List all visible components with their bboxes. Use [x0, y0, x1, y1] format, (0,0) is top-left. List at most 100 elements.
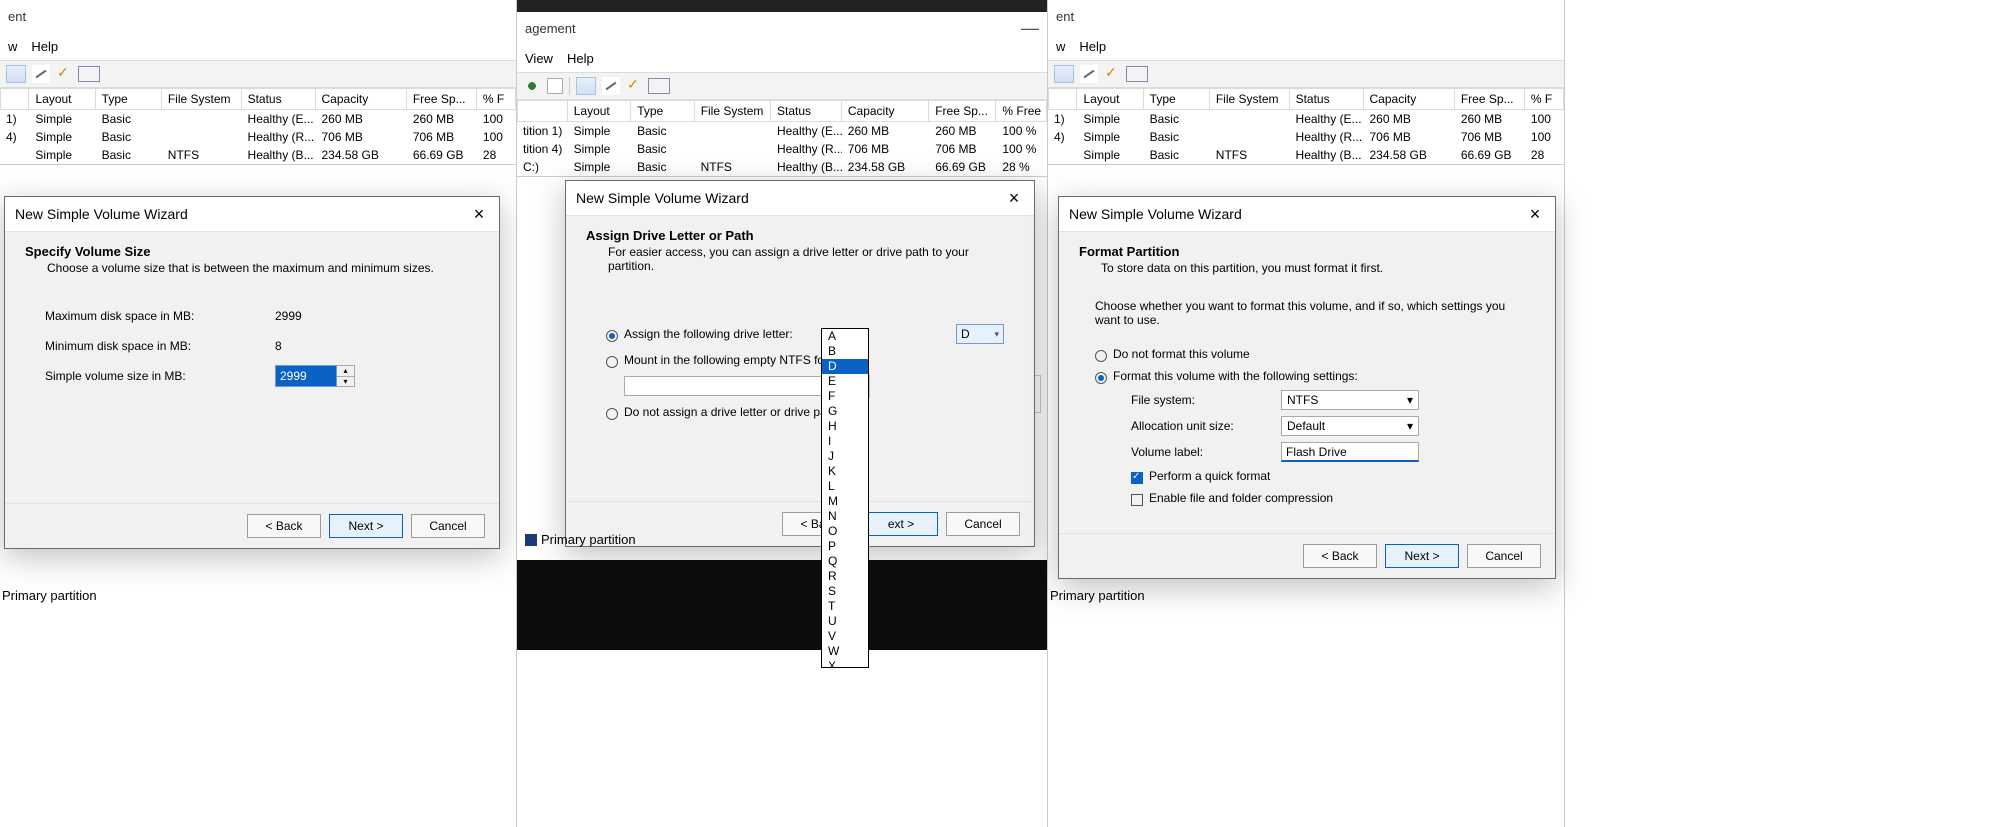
toolbar-window-icon[interactable]: [576, 77, 596, 95]
drive-letter-option[interactable]: L: [822, 479, 868, 494]
toolbar-box-icon[interactable]: [78, 66, 100, 82]
drive-letter-option[interactable]: H: [822, 419, 868, 434]
next-button[interactable]: Next >: [329, 514, 403, 538]
table-row[interactable]: Simple Basic NTFS Healthy (B... 234.58 G…: [1048, 146, 1564, 164]
col-freespace[interactable]: Free Sp...: [929, 100, 996, 122]
drive-letter-option[interactable]: B: [822, 344, 868, 359]
filesystem-select[interactable]: NTFS▾: [1281, 390, 1419, 410]
table-row[interactable]: 4) Simple Basic Healthy (R... 706 MB 706…: [0, 128, 516, 146]
drive-letter-option[interactable]: W: [822, 644, 868, 659]
drive-letter-option[interactable]: I: [822, 434, 868, 449]
drive-letter-option[interactable]: D: [822, 359, 868, 374]
col-status[interactable]: Status: [1290, 88, 1364, 110]
col-type[interactable]: Type: [631, 100, 694, 122]
cancel-button[interactable]: Cancel: [1467, 544, 1541, 568]
toolbar-wand-icon[interactable]: [32, 65, 50, 83]
drive-letter-option[interactable]: A: [822, 329, 868, 344]
radio-do-not-format[interactable]: [1095, 350, 1107, 362]
col-freespace[interactable]: Free Sp...: [407, 88, 477, 110]
mount-path-input[interactable]: [624, 376, 824, 396]
back-button[interactable]: < Back: [1303, 544, 1377, 568]
toolbar-check-icon[interactable]: [626, 78, 642, 94]
toolbar-check-icon[interactable]: [1104, 66, 1120, 82]
toolbar-box-icon[interactable]: [648, 78, 670, 94]
volume-label-input[interactable]: [1281, 442, 1419, 462]
drive-letter-option[interactable]: E: [822, 374, 868, 389]
col-pctfree[interactable]: % Free: [996, 100, 1047, 122]
col-blank[interactable]: [517, 100, 568, 122]
radio-no-letter[interactable]: [606, 408, 618, 420]
toolbar-wand-icon[interactable]: [602, 77, 620, 95]
close-icon[interactable]: ×: [469, 204, 489, 224]
drive-letter-option[interactable]: S: [822, 584, 868, 599]
col-layout[interactable]: Layout: [1077, 88, 1143, 110]
toolbar-box-icon[interactable]: [1126, 66, 1148, 82]
menu-help[interactable]: Help: [567, 51, 594, 66]
toolbar-window-icon[interactable]: [6, 65, 26, 83]
col-status[interactable]: Status: [771, 100, 842, 122]
cancel-button[interactable]: Cancel: [946, 512, 1020, 536]
menu-view[interactable]: w: [1056, 39, 1065, 54]
drive-letter-option[interactable]: Q: [822, 554, 868, 569]
drive-letter-option[interactable]: O: [822, 524, 868, 539]
spinner-arrows-icon[interactable]: ▴▾: [337, 365, 355, 387]
help-icon[interactable]: [547, 78, 563, 94]
toolbar-check-icon[interactable]: [56, 66, 72, 82]
drive-letter-option[interactable]: R: [822, 569, 868, 584]
refresh-icon[interactable]: [523, 77, 541, 95]
col-type[interactable]: Type: [96, 88, 162, 110]
col-capacity[interactable]: Capacity: [1364, 88, 1455, 110]
table-row[interactable]: tition 1) Simple Basic Healthy (E... 260…: [517, 122, 1047, 140]
col-blank[interactable]: [1048, 88, 1077, 110]
drive-letter-option[interactable]: F: [822, 389, 868, 404]
col-filesystem[interactable]: File System: [1210, 88, 1290, 110]
next-button[interactable]: Next >: [1385, 544, 1459, 568]
checkbox-quick-format[interactable]: [1131, 472, 1143, 484]
col-capacity[interactable]: Capacity: [842, 100, 929, 122]
table-row[interactable]: 1) Simple Basic Healthy (E... 260 MB 260…: [0, 110, 516, 128]
next-button[interactable]: ext >: [864, 512, 938, 536]
drive-letter-select[interactable]: D ▾: [956, 324, 1004, 344]
toolbar-wand-icon[interactable]: [1080, 65, 1098, 83]
drive-letter-option[interactable]: N: [822, 509, 868, 524]
table-row[interactable]: Simple Basic NTFS Healthy (B... 234.58 G…: [0, 146, 516, 164]
volume-size-input[interactable]: [275, 365, 337, 387]
menu-help[interactable]: Help: [1079, 39, 1106, 54]
table-row[interactable]: 1) Simple Basic Healthy (E... 260 MB 260…: [1048, 110, 1564, 128]
drive-letter-option[interactable]: P: [822, 539, 868, 554]
drive-letter-option[interactable]: V: [822, 629, 868, 644]
drive-letter-option[interactable]: U: [822, 614, 868, 629]
drive-letter-option[interactable]: K: [822, 464, 868, 479]
col-freespace[interactable]: Free Sp...: [1455, 88, 1525, 110]
radio-assign-letter[interactable]: [606, 330, 618, 342]
cancel-button[interactable]: Cancel: [411, 514, 485, 538]
drive-letter-option[interactable]: T: [822, 599, 868, 614]
col-filesystem[interactable]: File System: [695, 100, 771, 122]
radio-mount-folder[interactable]: [606, 356, 618, 368]
col-blank[interactable]: [0, 88, 29, 110]
col-layout[interactable]: Layout: [568, 100, 631, 122]
col-pctfree[interactable]: % F: [1525, 88, 1564, 110]
back-button[interactable]: < Back: [247, 514, 321, 538]
radio-format-settings[interactable]: [1095, 372, 1107, 384]
menu-view[interactable]: w: [8, 39, 17, 54]
col-layout[interactable]: Layout: [29, 88, 95, 110]
drive-letter-dropdown[interactable]: ABDEFGHIJKLMNOPQRSTUVWXYZ: [821, 328, 869, 668]
col-status[interactable]: Status: [242, 88, 316, 110]
drive-letter-option[interactable]: G: [822, 404, 868, 419]
col-filesystem[interactable]: File System: [162, 88, 242, 110]
close-icon[interactable]: ×: [1525, 204, 1545, 224]
volume-size-stepper[interactable]: ▴▾: [275, 365, 355, 387]
table-row[interactable]: tition 4) Simple Basic Healthy (R... 706…: [517, 140, 1047, 158]
menu-help[interactable]: Help: [31, 39, 58, 54]
minimize-icon[interactable]: —: [1021, 18, 1039, 39]
drive-letter-option[interactable]: J: [822, 449, 868, 464]
drive-letter-option[interactable]: M: [822, 494, 868, 509]
menu-view[interactable]: View: [525, 51, 553, 66]
table-row[interactable]: 4) Simple Basic Healthy (R... 706 MB 706…: [1048, 128, 1564, 146]
table-row[interactable]: C:) Simple Basic NTFS Healthy (B... 234.…: [517, 158, 1047, 176]
toolbar-window-icon[interactable]: [1054, 65, 1074, 83]
col-capacity[interactable]: Capacity: [316, 88, 407, 110]
close-icon[interactable]: ×: [1004, 188, 1024, 208]
col-pctfree[interactable]: % F: [477, 88, 516, 110]
